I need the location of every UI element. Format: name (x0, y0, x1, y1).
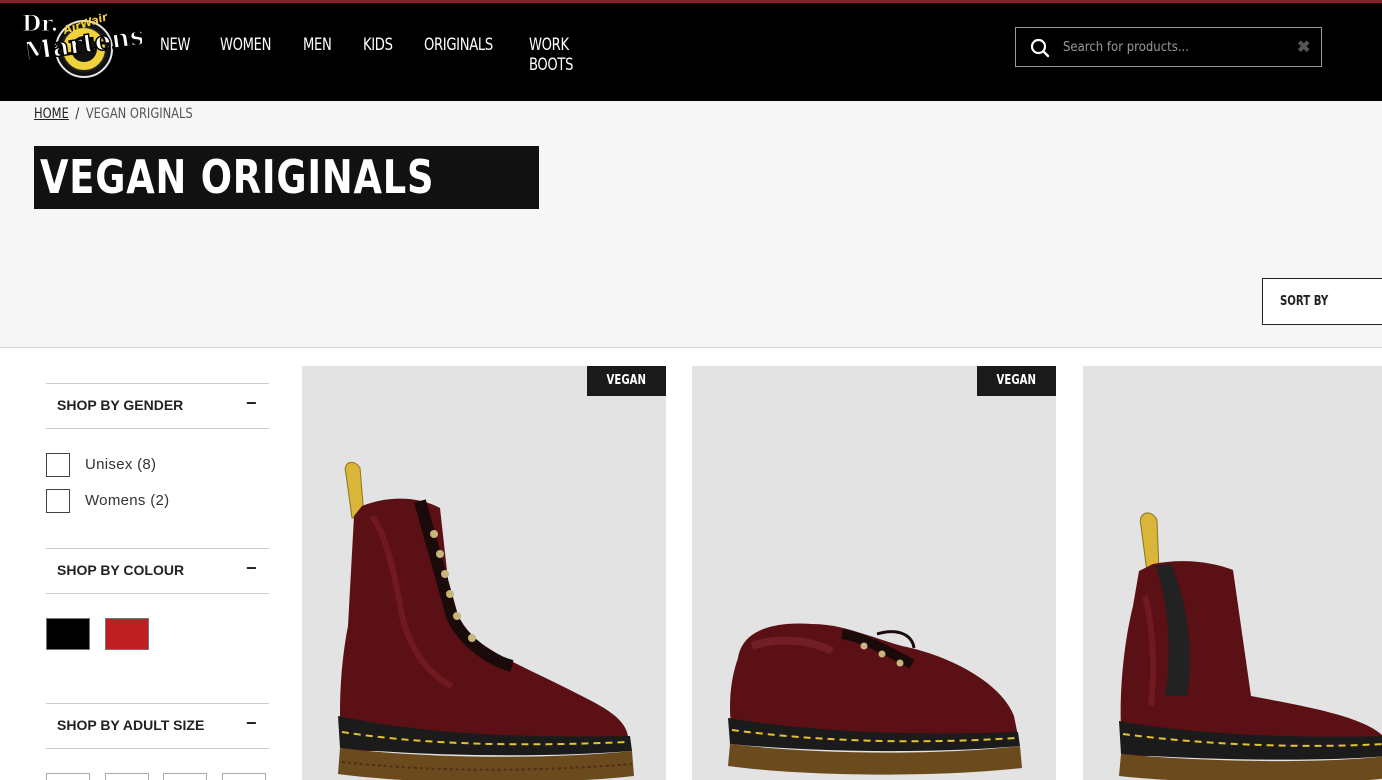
size-option[interactable] (222, 773, 266, 780)
vegan-badge: VEGAN (587, 366, 666, 396)
nav-item-men[interactable]: MEN (303, 35, 332, 75)
vegan-badge: VEGAN (977, 366, 1056, 396)
clear-search-icon[interactable]: ✖ (1297, 37, 1310, 57)
sort-by-button[interactable]: SORT BY (1262, 278, 1382, 325)
page-title-text: VEGAN ORIGINALS (40, 150, 435, 204)
breadcrumb: HOME / VEGAN ORIGINALS (34, 106, 193, 122)
sort-by-label: SORT BY (1280, 294, 1329, 309)
nav-item-kids[interactable]: KIDS (363, 35, 393, 75)
product-image-chelsea-boot (1119, 512, 1382, 780)
product-card[interactable] (1083, 366, 1382, 780)
checkbox[interactable] (46, 489, 70, 513)
filter-colour-title: SHOP BY COLOUR (57, 562, 185, 578)
nav-item-originals[interactable]: ORIGINALS (424, 35, 493, 75)
size-option[interactable] (105, 773, 149, 780)
search-box: ✖ (1015, 27, 1322, 67)
filter-option-label: Womens (2) (85, 492, 170, 509)
size-option[interactable] (46, 773, 90, 780)
breadcrumb-home-link[interactable]: HOME (34, 106, 69, 122)
colour-swatch-red[interactable] (105, 618, 149, 650)
filter-gender-header[interactable]: SHOP BY GENDER − (46, 383, 269, 429)
product-image-boot (338, 461, 634, 780)
filter-size-header[interactable]: SHOP BY ADULT SIZE − (46, 703, 269, 749)
breadcrumb-separator: / (75, 106, 80, 122)
filter-colour-header[interactable]: SHOP BY COLOUR − (46, 548, 269, 594)
product-card[interactable]: VEGAN (692, 366, 1056, 780)
collapse-icon[interactable]: − (246, 393, 257, 414)
filter-option-label: Unisex (8) (85, 456, 157, 473)
colour-swatch-black[interactable] (46, 618, 90, 650)
product-card[interactable]: VEGAN (302, 366, 666, 780)
checkbox[interactable] (46, 453, 70, 477)
breadcrumb-current: VEGAN ORIGINALS (85, 106, 193, 122)
main-nav: NEW WOMEN MEN KIDS ORIGINALS WORK BOOTS (160, 35, 652, 75)
filter-size-title: SHOP BY ADULT SIZE (57, 717, 205, 733)
product-image-shoe (728, 623, 1022, 775)
search-input[interactable] (1063, 36, 1261, 58)
nav-item-work-boots[interactable]: WORK BOOTS (529, 35, 611, 75)
collapse-icon[interactable]: − (246, 558, 257, 579)
filter-gender-title: SHOP BY GENDER (57, 397, 184, 413)
search-icon[interactable] (1030, 38, 1050, 58)
collapse-icon[interactable]: − (246, 713, 257, 734)
size-option[interactable] (163, 773, 207, 780)
brand-logo[interactable]: Dr. Martens AirWair (20, 9, 147, 79)
page-title: VEGAN ORIGINALS (34, 146, 539, 209)
nav-item-new[interactable]: NEW (160, 35, 190, 75)
category-header: HOME / VEGAN ORIGINALS VEGAN ORIGINALS SOR… (0, 101, 1382, 348)
site-header: Dr. Martens AirWair NEW WOMEN MEN KIDS O… (0, 0, 1382, 101)
nav-item-women[interactable]: WOMEN (220, 35, 271, 75)
